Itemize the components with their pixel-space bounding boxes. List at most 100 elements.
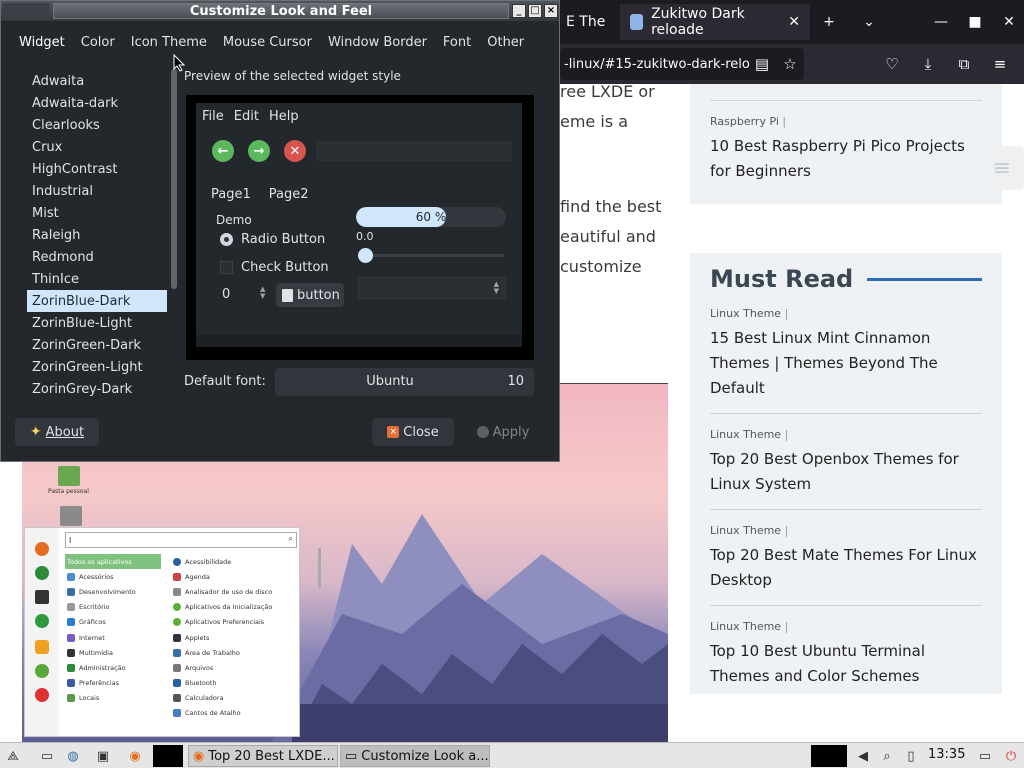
app-list-scrollbar[interactable]	[318, 548, 321, 588]
post-title-link[interactable]: Top 10 Best Ubuntu Terminal Themes and C…	[710, 639, 982, 689]
hamburger-icon[interactable]: ≡	[980, 146, 1024, 190]
slider-handle[interactable]	[358, 248, 373, 263]
back-arrow-icon[interactable]: ←	[212, 140, 234, 162]
font-chooser-button[interactable]: Ubuntu 10	[275, 368, 534, 396]
start-menu-icon[interactable]: ⟁	[4, 747, 22, 765]
download-icon[interactable]: ⤓	[916, 52, 940, 76]
apply-button[interactable]: Apply	[467, 418, 539, 446]
tab-widget[interactable]: Widget	[11, 31, 73, 57]
theme-item[interactable]: Redmond	[27, 246, 167, 268]
tab-page1[interactable]: Page1	[206, 187, 256, 202]
pocket-icon[interactable]: ♡	[880, 52, 904, 76]
home-folder-icon[interactable]	[58, 466, 80, 486]
category-item[interactable]: Multimídia	[65, 645, 161, 660]
theme-item[interactable]: ThinIce	[27, 268, 167, 290]
close-icon[interactable]: ✕	[788, 14, 800, 30]
lock-screen-icon[interactable]: ▭	[976, 747, 994, 765]
theme-item[interactable]: Industrial	[27, 180, 167, 202]
search-icon[interactable]: ⌕	[878, 747, 896, 765]
post-title-link[interactable]: 15 Best Linux Mint Cinnamon Themes | The…	[710, 326, 982, 401]
files-icon[interactable]	[35, 614, 49, 628]
browser-tab-2[interactable]: Zukitwo Dark reloade ✕	[620, 4, 810, 40]
show-desktop-icon[interactable]: ▣	[94, 747, 112, 765]
app-item[interactable]: Applets	[171, 630, 299, 645]
post-category[interactable]: Linux Theme	[710, 524, 982, 537]
theme-item[interactable]: ZorinGreen-Light	[27, 356, 167, 378]
close-window-button[interactable]: ✕	[992, 0, 1024, 44]
post-title-link[interactable]: 10 Best Raspberry Pi Pico Projects for B…	[710, 134, 982, 184]
window-menu-area[interactable]	[3, 3, 49, 19]
forward-arrow-icon[interactable]: →	[248, 140, 270, 162]
trash-icon[interactable]	[60, 506, 82, 526]
menu-help[interactable]: Help	[269, 109, 299, 124]
theme-item[interactable]: ZorinGreen-Dark	[27, 334, 167, 356]
clock[interactable]: 13:35	[928, 747, 965, 762]
check-button[interactable]: Check Button	[220, 260, 329, 275]
combo-box[interactable]: ▲ ▼	[358, 277, 506, 299]
app-item[interactable]: Agenda	[171, 569, 299, 584]
spin-arrows-icon[interactable]: ▲ ▼	[260, 286, 265, 300]
tab-icon-theme[interactable]: Icon Theme	[123, 31, 215, 57]
app-item[interactable]: Área de Trabalho	[171, 645, 299, 660]
menu-icon[interactable]: ≡	[988, 52, 1012, 76]
post-title-link[interactable]: Top 20 Best Mate Themes For Linux Deskto…	[710, 543, 982, 593]
category-item[interactable]: Gráficos	[65, 615, 161, 630]
theme-item[interactable]: Crux	[27, 136, 167, 158]
new-tab-button[interactable]: +	[812, 0, 846, 44]
minimize-button[interactable]: —	[924, 0, 958, 44]
firefox-icon[interactable]: ◉	[126, 747, 144, 765]
theme-item[interactable]: Adwaita-dark	[27, 92, 167, 114]
list-tabs-button[interactable]: ⌄	[852, 0, 886, 44]
taskbar-task-browser[interactable]: ◉ Top 20 Best LXDE...	[188, 745, 338, 767]
lock-icon[interactable]	[35, 640, 49, 654]
app-item[interactable]: Analisador de uso de disco	[171, 584, 299, 599]
category-item[interactable]: Desenvolvimento	[65, 584, 161, 599]
clipboard-icon[interactable]: ▯	[902, 747, 920, 765]
power-icon[interactable]	[35, 688, 49, 702]
about-button[interactable]: ✦ About	[15, 418, 99, 446]
theme-item-selected[interactable]: ZorinBlue-Dark	[27, 290, 167, 312]
app-item[interactable]: Aplicativos Preferenciais	[171, 615, 299, 630]
category-item[interactable]: Preferências	[65, 676, 161, 691]
volume-icon[interactable]: ◀	[854, 747, 872, 765]
title-bar[interactable]: Customize Look and Feel _ □ ×	[1, 1, 559, 21]
maximize-button[interactable]: ■	[958, 0, 992, 44]
category-item[interactable]: Todos os aplicativos	[65, 554, 161, 570]
theme-item[interactable]: Raleigh	[27, 224, 167, 246]
app-item[interactable]: Calculadora	[171, 691, 299, 706]
maximize-button[interactable]: □	[528, 4, 542, 18]
firefox-icon[interactable]	[35, 542, 49, 556]
file-manager-icon[interactable]: ▭	[38, 747, 56, 765]
menu-file[interactable]: File	[202, 109, 224, 124]
stop-icon[interactable]: ✕	[284, 140, 306, 162]
browser-tab-1[interactable]: E The	[556, 4, 618, 40]
category-item[interactable]: Acessórios	[65, 569, 161, 584]
app-item[interactable]: Acessibilidade	[171, 554, 299, 569]
post-category[interactable]: Linux Theme	[710, 307, 982, 320]
logout-icon[interactable]	[35, 664, 49, 678]
theme-list-scrollbar[interactable]	[171, 69, 177, 289]
post-category[interactable]: Linux Theme	[710, 620, 982, 633]
app-search-input[interactable]: I ⌕	[65, 532, 297, 548]
app-item[interactable]: Bluetooth	[171, 676, 299, 691]
post-category[interactable]: Linux Theme	[710, 428, 982, 441]
close-window-button[interactable]: ×	[544, 4, 558, 18]
tab-other[interactable]: Other	[479, 31, 532, 57]
menu-edit[interactable]: Edit	[234, 109, 259, 124]
desktop-pager[interactable]	[153, 745, 183, 767]
theme-item[interactable]: ZorinBlue-Light	[27, 312, 167, 334]
post-title-link[interactable]: Top 20 Best Openbox Themes for Linux Sys…	[710, 447, 982, 497]
tab-page2[interactable]: Page2	[264, 187, 314, 202]
close-button[interactable]: × Close	[372, 418, 454, 446]
category-item[interactable]: Locais	[65, 691, 161, 706]
post-category[interactable]: Raspberry Pi	[710, 115, 982, 128]
power-icon[interactable]: ⏻	[1002, 747, 1020, 765]
terminal-icon[interactable]	[35, 590, 49, 604]
app-item[interactable]: Arquivos	[171, 660, 299, 675]
app-item[interactable]: Cantos de Atalho	[171, 706, 299, 721]
taskbar-task-dialog[interactable]: ▭ Customize Look a...	[340, 745, 490, 767]
category-item[interactable]: Escritório	[65, 600, 161, 615]
tab-window-border[interactable]: Window Border	[320, 31, 435, 57]
theme-item[interactable]: ZorinGrey-Dark	[27, 378, 167, 400]
tab-color[interactable]: Color	[73, 31, 123, 57]
